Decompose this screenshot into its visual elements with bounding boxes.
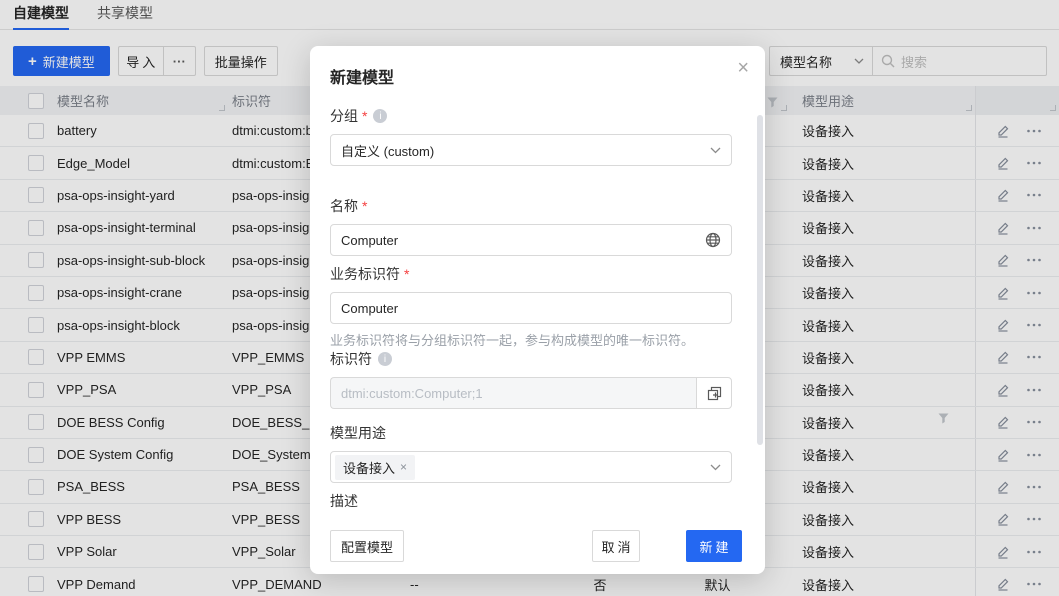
business-identifier-label: 业务标识符 * [330, 264, 732, 284]
create-button[interactable]: 新建 [686, 530, 742, 562]
close-icon[interactable]: × [737, 58, 749, 78]
group-select[interactable]: 自定义 (custom) [330, 134, 732, 166]
modal-title: 新建模型 [330, 64, 394, 88]
usage-tag: 设备接入 × [335, 455, 415, 480]
chevron-down-icon [710, 464, 721, 471]
new-model-modal: 新建模型 × 分组 * i 自定义 (custom) 名称 * [310, 46, 765, 574]
chevron-down-icon [710, 147, 721, 154]
configure-model-button[interactable]: 配置模型 [330, 530, 404, 562]
modal-body: 分组 * i 自定义 (custom) 名称 * Computer [310, 96, 765, 514]
name-label: 名称 * [330, 196, 732, 216]
model-usage-label: 模型用途 [330, 423, 732, 443]
business-identifier-hint: 业务标识符将与分组标识符一起，参与构成模型的唯一标识符。 [330, 330, 732, 349]
tag-close-icon[interactable]: × [400, 460, 407, 474]
globe-icon[interactable] [705, 232, 721, 248]
business-identifier-input[interactable]: Computer [330, 292, 732, 324]
modal-footer: 配置模型 取消 新建 [310, 526, 765, 574]
group-label: 分组 * i [330, 106, 732, 126]
name-input[interactable]: Computer [330, 224, 732, 256]
model-management-page: 自建模型 共享模型 + 新建模型 导入 ··· 批量操作 模型名称 搜索 [0, 0, 1059, 596]
description-label: 描述 [330, 491, 732, 511]
required-asterisk: * [362, 198, 367, 214]
identifier-input-disabled: dtmi:custom:Computer;1 [330, 377, 696, 409]
required-asterisk: * [404, 266, 409, 282]
required-asterisk: * [362, 108, 367, 124]
modal-scrollbar[interactable] [757, 115, 763, 445]
model-usage-select[interactable]: 设备接入 × [330, 451, 732, 483]
copy-icon[interactable] [696, 377, 732, 409]
identifier-label: 标识符 i [330, 349, 732, 369]
info-icon[interactable]: i [373, 109, 387, 123]
cancel-button[interactable]: 取消 [592, 530, 640, 562]
info-icon[interactable]: i [378, 352, 392, 366]
